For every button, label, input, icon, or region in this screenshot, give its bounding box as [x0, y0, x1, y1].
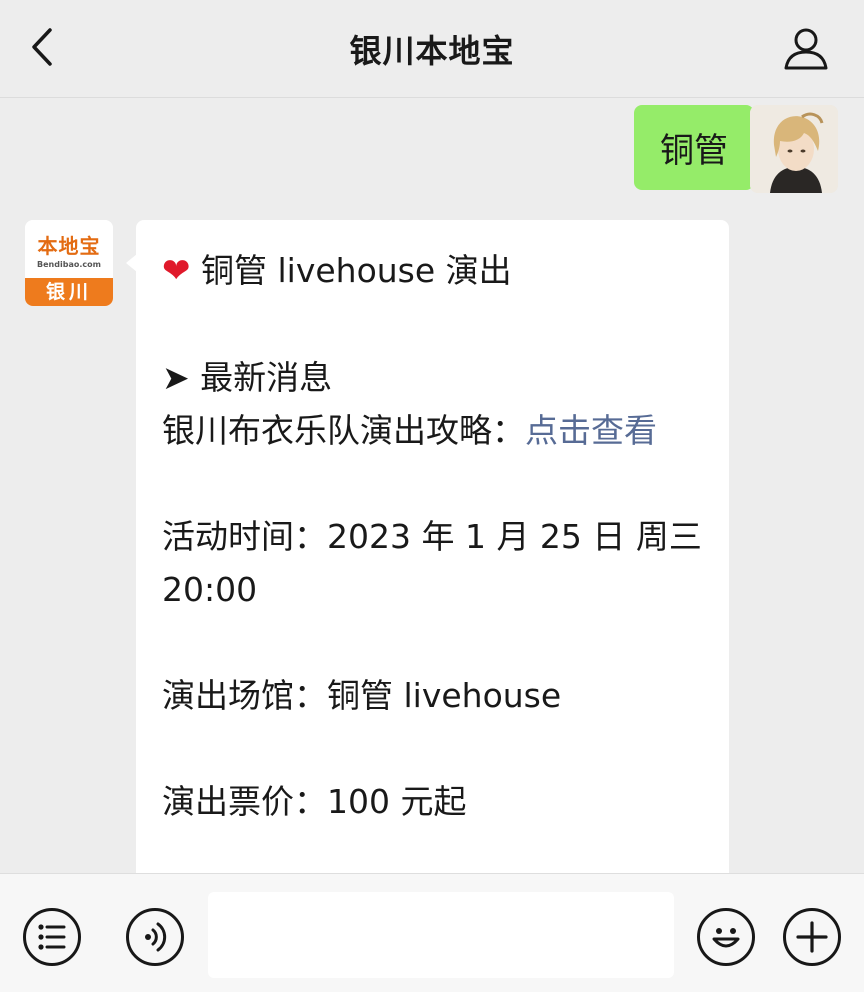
- plus-button[interactable]: [783, 908, 841, 966]
- guide-link[interactable]: 点击查看: [525, 411, 657, 450]
- menu-button[interactable]: [23, 908, 81, 966]
- user-icon: [784, 28, 828, 70]
- heading-text: 铜管 livehouse 演出: [201, 251, 512, 290]
- emoji-button[interactable]: [697, 908, 755, 966]
- input-bar: [0, 873, 864, 992]
- guide-line: 银川布衣乐队演出攻略：点击查看: [162, 404, 703, 457]
- news-label: ➤ 最新消息: [162, 358, 333, 397]
- incoming-message-bubble[interactable]: ❤ 铜管 livehouse 演出 ➤ 最新消息 银川布衣乐队演出攻略：点击查看…: [126, 220, 729, 873]
- logo-text: 本地宝: [37, 234, 101, 258]
- price-line: 演出票价：100 元起: [162, 782, 467, 821]
- self-avatar[interactable]: [750, 105, 838, 193]
- chat-title: 银川本地宝: [349, 32, 515, 70]
- outgoing-message-bubble[interactable]: 铜管: [634, 105, 764, 190]
- bendibao-avatar[interactable]: 本地宝 Bendibao.com 银川: [25, 220, 113, 306]
- chat-screen: 银川本地宝 铜管 本地宝 Bendibao.com 银川 ❤ 铜管 liveho…: [0, 0, 864, 992]
- logo-subtext: Bendibao.com: [37, 260, 101, 269]
- voice-icon: [145, 922, 167, 952]
- message-list[interactable]: 铜管 本地宝 Bendibao.com 银川 ❤ 铜管 livehouse 演出…: [0, 99, 864, 873]
- logo-city: 银川: [25, 278, 113, 306]
- message-heading: ❤ 铜管 livehouse 演出: [162, 244, 703, 298]
- heart-icon: ❤: [162, 251, 191, 291]
- profile-button[interactable]: [782, 24, 830, 72]
- time-line-continued: 20:00: [162, 570, 258, 609]
- message-input[interactable]: [208, 892, 674, 978]
- emoji-icon: [712, 928, 740, 948]
- voice-button[interactable]: [126, 908, 184, 966]
- list-icon: [38, 924, 66, 950]
- time-line: 活动时间：2023 年 1 月 25 日 周三: [162, 517, 702, 556]
- plus-icon: [796, 921, 828, 953]
- logo-top: 本地宝 Bendibao.com: [25, 220, 113, 278]
- guide-text: 银川布衣乐队演出攻略：: [162, 411, 525, 450]
- venue-line: 演出场馆：铜管 livehouse: [162, 676, 562, 715]
- avatar-illustration-icon: [750, 105, 838, 193]
- top-bar: 银川本地宝: [0, 0, 864, 98]
